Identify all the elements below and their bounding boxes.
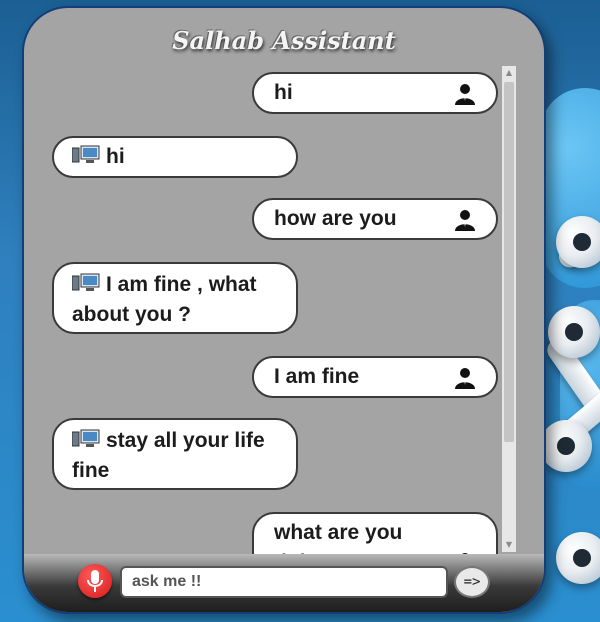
microphone-button[interactable] bbox=[78, 564, 112, 598]
message-text: how are you bbox=[274, 207, 397, 230]
message-text: hi bbox=[106, 145, 125, 168]
input-bar: => bbox=[24, 554, 544, 612]
chat-window: Salhab Assistant hi hi how are you I am … bbox=[22, 6, 546, 614]
bot-message: I am fine , what about you ? bbox=[52, 262, 298, 334]
microphone-icon bbox=[87, 570, 103, 592]
user-message: what are you doing bbox=[252, 512, 498, 558]
message-text: hi bbox=[274, 81, 293, 104]
app-title: Salhab Assistant bbox=[172, 26, 396, 55]
scroll-up-arrow-icon[interactable]: ▲ bbox=[502, 66, 516, 80]
user-silhouette-icon bbox=[455, 84, 475, 105]
computer-icon bbox=[72, 429, 100, 447]
user-message: hi bbox=[252, 72, 498, 114]
computer-icon bbox=[72, 273, 100, 291]
scroll-down-arrow-icon[interactable]: ▼ bbox=[502, 538, 516, 552]
bot-message: stay all your life fine bbox=[52, 418, 298, 490]
bot-message: hi bbox=[52, 136, 298, 178]
user-message: I am fine bbox=[252, 356, 498, 398]
message-text: I am fine bbox=[274, 365, 360, 388]
message-text: stay all your life fine bbox=[72, 429, 265, 482]
message-text: what are you doing bbox=[274, 521, 403, 558]
message-list[interactable]: hi hi how are you I am fine , what about… bbox=[42, 68, 518, 558]
computer-icon bbox=[72, 145, 100, 163]
chat-scrollbar[interactable]: ▲ ▼ bbox=[502, 66, 516, 552]
ask-input[interactable] bbox=[120, 566, 448, 598]
user-silhouette-icon bbox=[455, 210, 475, 231]
user-message: how are you bbox=[252, 198, 498, 240]
user-silhouette-icon bbox=[455, 368, 475, 389]
send-button[interactable]: => bbox=[454, 566, 490, 598]
scroll-thumb[interactable] bbox=[504, 82, 514, 442]
